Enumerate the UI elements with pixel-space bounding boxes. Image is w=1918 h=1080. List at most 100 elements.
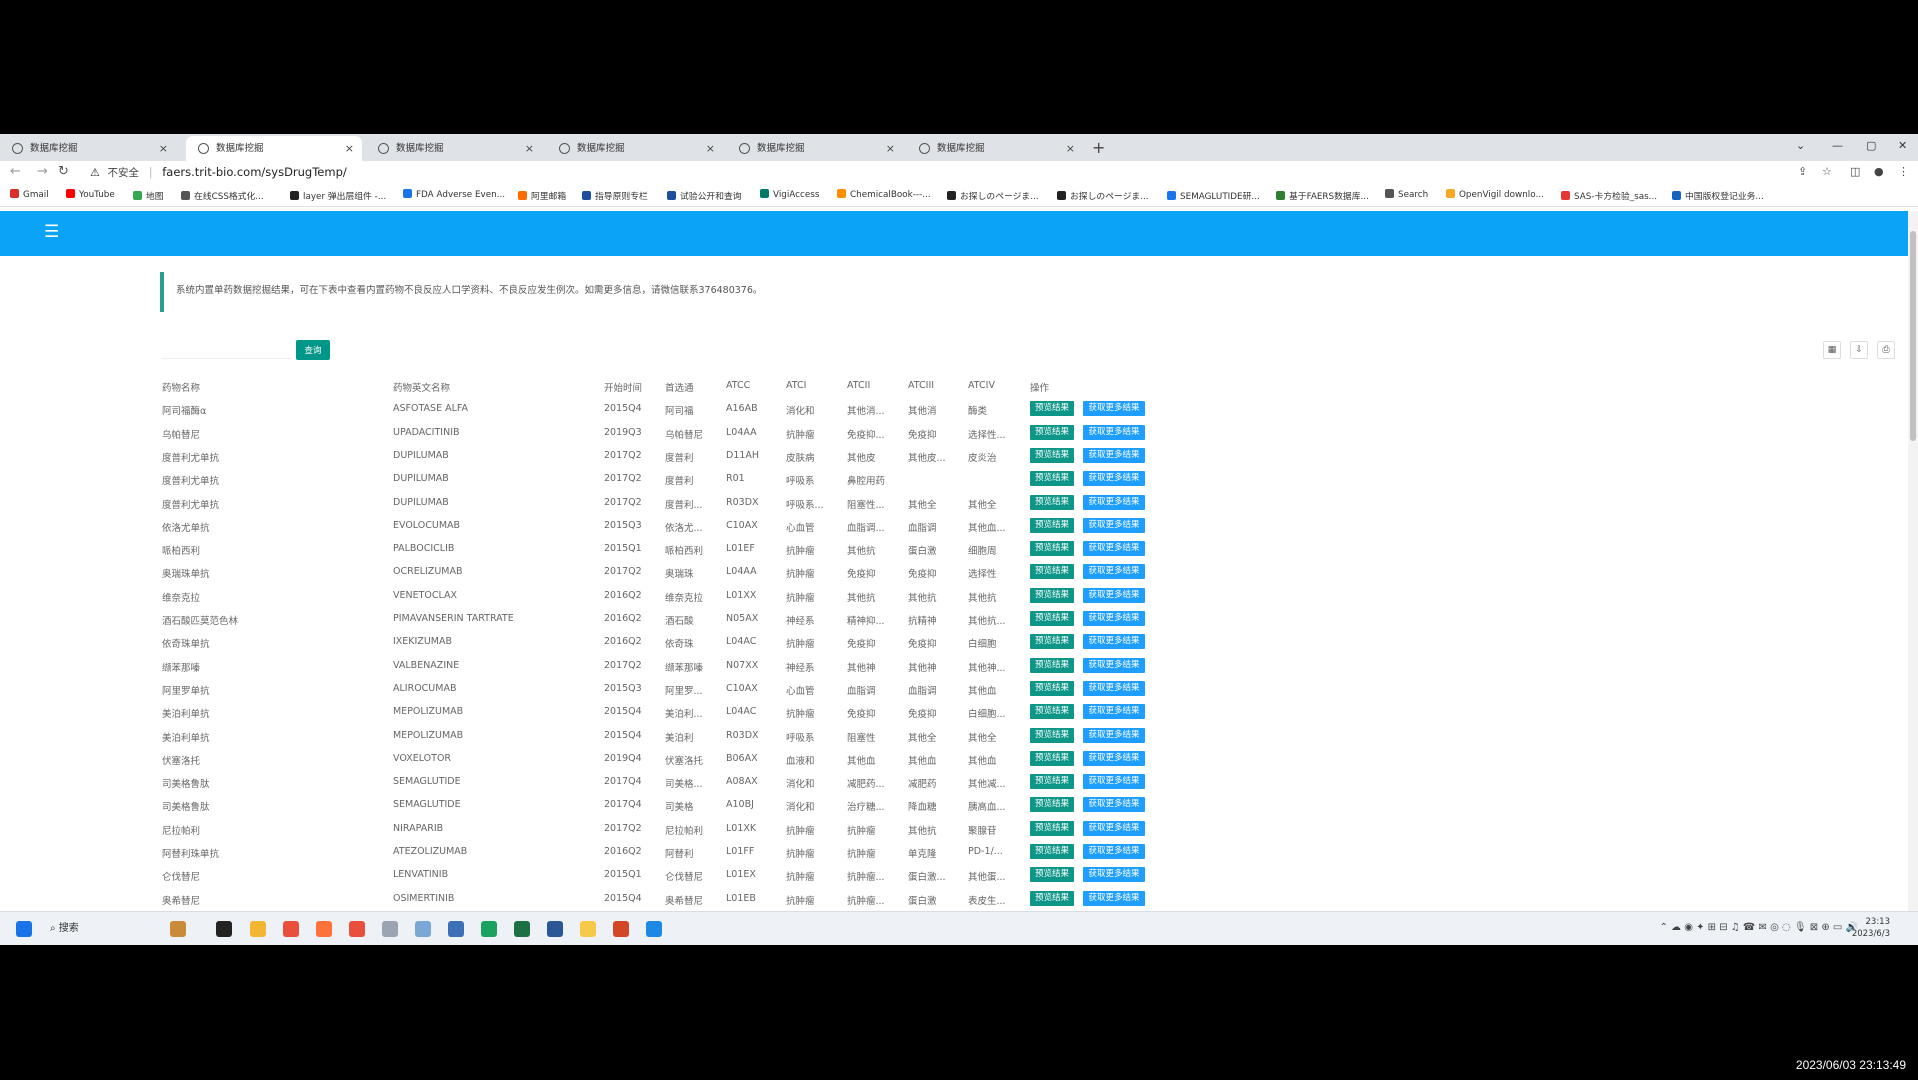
network-app-icon[interactable] <box>415 921 431 937</box>
maximize-icon[interactable]: ▢ <box>1866 134 1876 158</box>
bookmark[interactable]: Search <box>1385 189 1428 200</box>
bookmark[interactable]: 阿里邮箱 <box>518 189 566 202</box>
preview-result-button[interactable]: 预览结果 <box>1030 844 1074 859</box>
new-tab-button[interactable]: + <box>1092 136 1105 160</box>
preview-result-button[interactable]: 预览结果 <box>1030 890 1074 906</box>
terminal-icon[interactable] <box>216 921 232 937</box>
drug-search-input[interactable] <box>162 336 292 359</box>
scrollbar-thumb[interactable] <box>1910 231 1916 441</box>
file-explorer-icon[interactable] <box>250 921 266 937</box>
preview-result-button[interactable]: 预览结果 <box>1030 704 1074 720</box>
browser-tab[interactable]: 数据库挖掘 × <box>0 136 176 161</box>
taskbar-clock[interactable]: 23:13 2023/6/3 <box>1852 916 1890 940</box>
column-header[interactable]: ATCIII <box>908 380 960 391</box>
share-icon[interactable]: ⇪ <box>1798 165 1807 178</box>
preview-result-button[interactable]: 预览结果 <box>1030 447 1074 463</box>
get-more-results-button[interactable]: 获取更多结果 <box>1083 727 1145 743</box>
get-more-results-button[interactable]: 获取更多结果 <box>1083 424 1145 440</box>
columns-filter-icon[interactable]: ▦ <box>1823 341 1841 359</box>
preview-result-button[interactable]: 预览结果 <box>1030 750 1074 766</box>
preview-result-button[interactable]: 预览结果 <box>1030 797 1074 813</box>
bookmark[interactable]: 基于FAERS数据库... <box>1276 189 1369 202</box>
get-more-results-button[interactable]: 获取更多结果 <box>1083 680 1145 696</box>
bookmark[interactable]: 中国版权登记业务... <box>1672 189 1764 202</box>
chrome-active-icon[interactable] <box>349 921 365 937</box>
preview-result-button[interactable]: 预览结果 <box>1030 494 1074 510</box>
preview-result-button[interactable]: 预览结果 <box>1030 634 1074 650</box>
bookmark[interactable]: VigiAccess <box>760 189 819 200</box>
bookmark[interactable]: ChemicalBook---... <box>837 189 931 200</box>
preview-result-button[interactable]: 预览结果 <box>1030 401 1074 417</box>
notes-icon[interactable] <box>580 921 596 937</box>
page-scrollbar[interactable] <box>1908 211 1918 945</box>
calculator-icon[interactable] <box>382 921 398 937</box>
preview-result-button[interactable]: 预览结果 <box>1030 774 1074 790</box>
preview-result-button[interactable]: 预览结果 <box>1030 517 1074 533</box>
bookmark[interactable]: layer 弹出层组件 -... <box>290 189 386 202</box>
back-icon[interactable]: ← <box>10 164 21 179</box>
photos-icon[interactable] <box>646 921 662 937</box>
bookmark[interactable]: SAS-卡方检验_sas... <box>1561 189 1657 202</box>
get-more-results-button[interactable]: 获取更多结果 <box>1083 564 1145 580</box>
bookmark[interactable]: 在线CSS格式化... <box>181 189 264 202</box>
minimize-icon[interactable]: — <box>1832 134 1843 158</box>
get-more-results-button[interactable]: 获取更多结果 <box>1083 774 1145 790</box>
close-tab-icon[interactable]: × <box>1066 136 1075 161</box>
get-more-results-button[interactable]: 获取更多结果 <box>1083 447 1145 463</box>
get-more-results-button[interactable]: 获取更多结果 <box>1083 471 1145 487</box>
chevron-down-icon[interactable]: ⌄ <box>1796 134 1805 158</box>
get-more-results-button[interactable]: 获取更多结果 <box>1083 517 1145 533</box>
export-icon[interactable]: ⇩ <box>1850 341 1868 359</box>
preview-result-button[interactable]: 预览结果 <box>1030 611 1074 626</box>
bookmark[interactable]: YouTube <box>66 189 115 200</box>
browser-tab[interactable]: 数据库挖掘 × <box>366 136 542 161</box>
column-header[interactable]: ATCII <box>847 380 899 391</box>
column-header[interactable]: ATCI <box>786 380 838 391</box>
close-window-icon[interactable]: ✕ <box>1898 134 1907 158</box>
bookmark[interactable]: 指导原则专栏 <box>582 189 648 202</box>
address-bar[interactable]: ⚠ 不安全 | faers.trit-bio.com/sysDrugTemp/ <box>90 162 1780 183</box>
get-more-results-button[interactable]: 获取更多结果 <box>1083 844 1145 859</box>
forward-icon[interactable]: → <box>37 164 48 179</box>
sidepanel-icon[interactable]: ◫ <box>1850 165 1860 178</box>
get-more-results-button[interactable]: 获取更多结果 <box>1083 611 1145 626</box>
preview-result-button[interactable]: 预览结果 <box>1030 541 1074 557</box>
column-header[interactable]: 药物英文名称 <box>393 380 583 394</box>
column-header[interactable]: 开始时间 <box>604 380 659 394</box>
system-tray[interactable]: ⌃ ☁ ◉ ✦ ⊞ ⊟ ♫ ☎ ✉ ◎ ◌ 🎙 ⊠ ⊕ ▭ 🔊 <box>1659 922 1858 933</box>
bookmark[interactable]: SEMAGLUTIDE研... <box>1167 189 1260 202</box>
preview-result-button[interactable]: 预览结果 <box>1030 820 1074 836</box>
search-button[interactable]: 查询 <box>296 340 330 360</box>
star-icon[interactable]: ☆ <box>1822 165 1832 178</box>
get-more-results-button[interactable]: 获取更多结果 <box>1083 401 1145 417</box>
excel-icon[interactable] <box>514 921 530 937</box>
hamburger-menu-icon[interactable]: ☰ <box>44 223 64 241</box>
column-header[interactable]: ATCC <box>726 380 781 391</box>
preview-result-button[interactable]: 预览结果 <box>1030 657 1074 673</box>
preview-result-button[interactable]: 预览结果 <box>1030 564 1074 580</box>
print-icon[interactable]: ⎙ <box>1877 341 1895 359</box>
reload-icon[interactable]: ↻ <box>58 164 69 179</box>
get-more-results-button[interactable]: 获取更多结果 <box>1083 820 1145 836</box>
widget-icon[interactable] <box>170 921 186 937</box>
preview-result-button[interactable]: 预览结果 <box>1030 867 1074 883</box>
get-more-results-button[interactable]: 获取更多结果 <box>1083 867 1145 883</box>
column-header[interactable]: 首选通 <box>665 380 717 394</box>
close-tab-icon[interactable]: × <box>706 136 715 161</box>
column-header[interactable]: ATCIV <box>968 380 1020 391</box>
get-more-results-button[interactable]: 获取更多结果 <box>1083 657 1145 673</box>
get-more-results-button[interactable]: 获取更多结果 <box>1083 750 1145 766</box>
close-tab-icon[interactable]: × <box>886 136 895 161</box>
edge-icon[interactable] <box>547 921 563 937</box>
preview-result-button[interactable]: 预览结果 <box>1030 680 1074 696</box>
bookmark[interactable]: OpenVigil downlo... <box>1446 189 1544 200</box>
preview-result-button[interactable]: 预览结果 <box>1030 727 1074 743</box>
get-more-results-button[interactable]: 获取更多结果 <box>1083 797 1145 813</box>
get-more-results-button[interactable]: 获取更多结果 <box>1083 541 1145 557</box>
taskbar-search[interactable]: ⌕ 搜索 <box>50 918 79 940</box>
browser-tab[interactable]: 数据库挖掘 × <box>727 136 903 161</box>
get-more-results-button[interactable]: 获取更多结果 <box>1083 634 1145 650</box>
bookmark[interactable]: 试验公开和查询 <box>667 189 742 202</box>
bookmark[interactable]: FDA Adverse Even... <box>403 189 505 200</box>
bookmark[interactable]: 地图 <box>133 189 164 202</box>
